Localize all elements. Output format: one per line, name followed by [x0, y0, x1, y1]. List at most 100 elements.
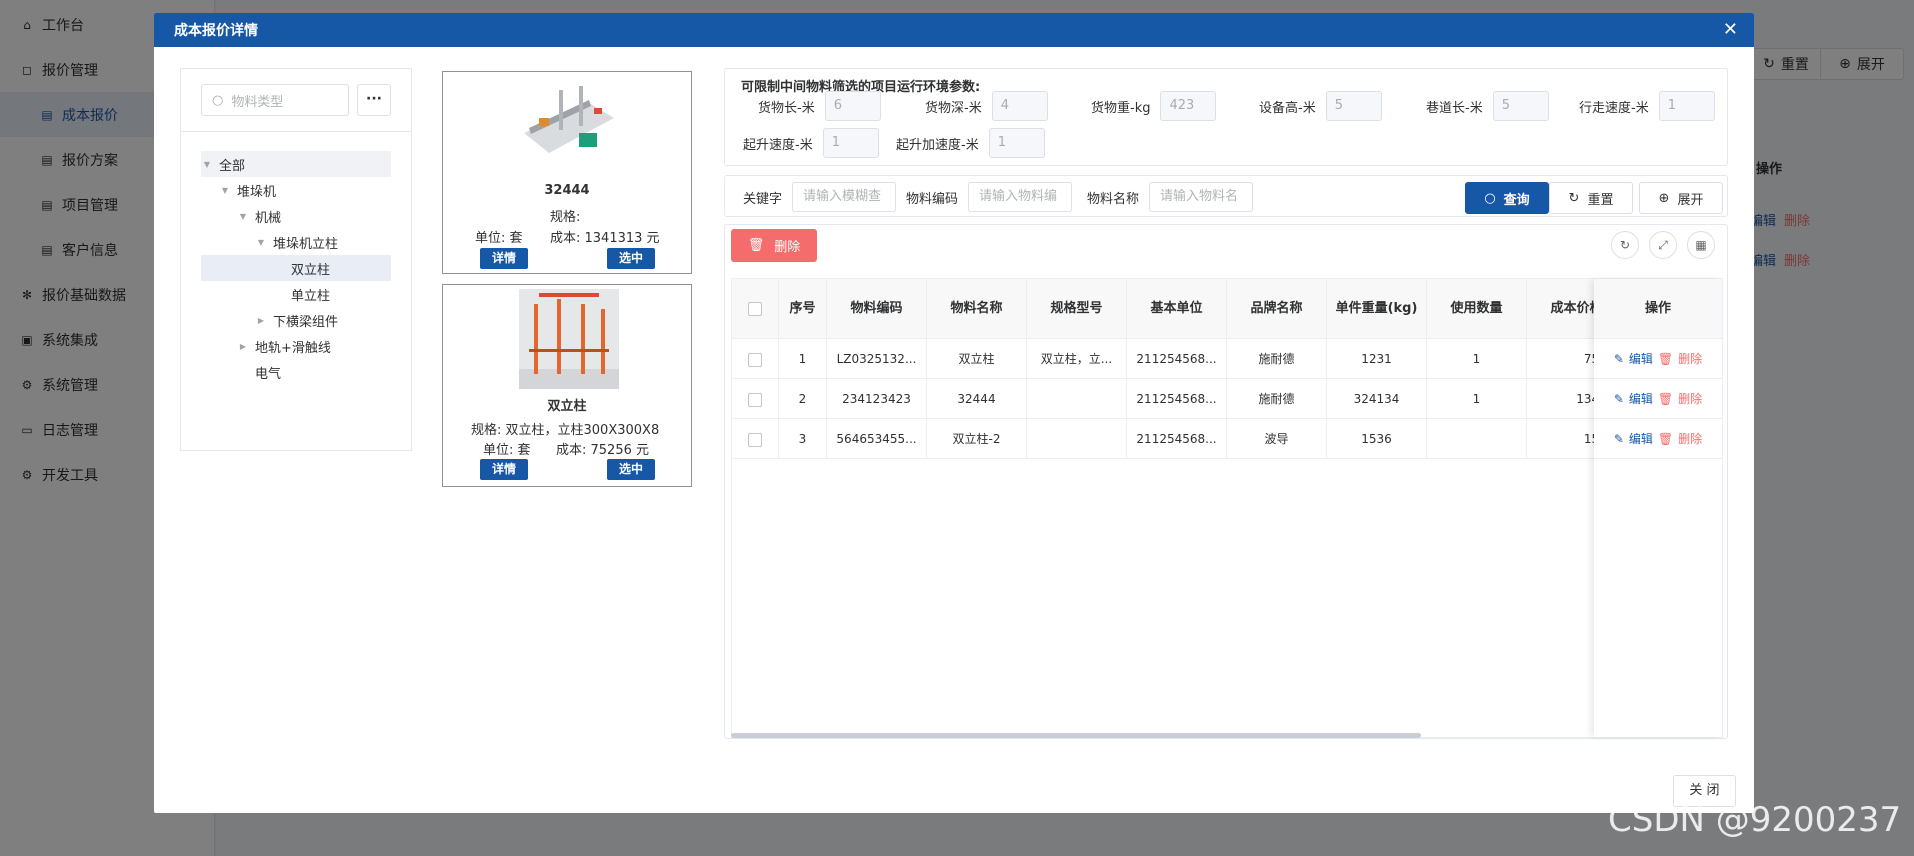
delete-link[interactable]: 删除	[1678, 390, 1702, 407]
trash-icon: 🗑	[747, 238, 765, 253]
tree-node-lower-beam[interactable]: ▶ 下横梁组件	[201, 307, 391, 333]
param-input[interactable]: 6	[824, 91, 881, 121]
delete-link[interactable]: 删除	[1678, 350, 1702, 367]
param-input[interactable]: 5	[1492, 91, 1549, 121]
param-field: 起升速度-米 1	[743, 128, 879, 158]
param-input[interactable]: 1	[822, 128, 879, 158]
columns-icon[interactable]: ▦	[1687, 231, 1715, 259]
card-spec: 规格: 双立柱，立柱300X300X8	[471, 423, 660, 438]
edit-link[interactable]: 编辑	[1629, 350, 1653, 367]
watermark: CSDN @9200237	[1608, 800, 1902, 840]
detail-button[interactable]: 详情	[480, 248, 528, 269]
product-image	[519, 78, 619, 178]
row-checkbox-cell[interactable]	[732, 339, 779, 379]
select-all-checkbox[interactable]	[748, 301, 762, 316]
table-cell: 1231	[1327, 339, 1427, 379]
table-cell: 211254568...	[1127, 339, 1227, 379]
keyword-input[interactable]: 请输入模糊查	[792, 182, 897, 212]
material-table: 序号 物料编码 物料名称 规格型号 基本单位 品牌名称 单件重量(kg) 使用数…	[731, 278, 1723, 738]
caret-down-icon: ▼	[221, 185, 229, 195]
param-field: 货物深-米 4	[925, 91, 1048, 121]
trash-icon[interactable]: 🗑	[1658, 352, 1673, 366]
col-header: 使用数量	[1427, 279, 1527, 339]
param-field: 货物长-米 6	[758, 91, 881, 121]
card-spec: 规格:	[550, 210, 581, 225]
table-cell: 施耐德	[1227, 379, 1327, 419]
table-cell: 1	[779, 339, 827, 379]
material-code-input[interactable]: 请输入物料编	[968, 182, 1073, 212]
operations-column: 操作 ✎ 编辑 🗑 删除 ✎ 编辑 🗑 删除 ✎ 编辑 🗑 删除	[1594, 279, 1722, 737]
refresh-icon[interactable]: ↻	[1611, 231, 1639, 259]
row-checkbox[interactable]	[748, 432, 762, 447]
table-cell: 1536	[1327, 419, 1427, 459]
row-checkbox[interactable]	[748, 392, 762, 407]
material-type-search-input[interactable]: ○ 物料类型	[201, 84, 349, 116]
col-header: 物料名称	[927, 279, 1027, 339]
more-button[interactable]: ···	[357, 84, 391, 116]
param-input[interactable]: 1	[1658, 91, 1715, 121]
tree-node-double-column[interactable]: 双立柱	[201, 255, 391, 281]
edit-link[interactable]: 编辑	[1629, 390, 1653, 407]
caret-down-icon: ▼	[239, 211, 247, 221]
dialog-header: 成本报价详情	[154, 13, 1754, 47]
param-input[interactable]: 423	[1160, 91, 1217, 121]
dialog-title: 成本报价详情	[174, 23, 258, 39]
delete-link[interactable]: 删除	[1678, 430, 1702, 447]
refresh-icon: ↻	[1568, 190, 1580, 206]
material-name-input[interactable]: 请输入物料名	[1149, 182, 1254, 212]
tree-node-electrical[interactable]: 电气	[201, 359, 391, 385]
card-cost: 成本: 1341313 元	[550, 231, 660, 246]
tree-node-single-column[interactable]: 单立柱	[201, 281, 391, 307]
table-cell: 211254568...	[1127, 379, 1227, 419]
reset-button[interactable]: ↻ 重置	[1549, 182, 1633, 214]
tree-node-all[interactable]: ▼ 全部	[201, 151, 391, 177]
table-cell: 波导	[1227, 419, 1327, 459]
table-row[interactable]: 2 234123423 32444 211254568... 施耐德 32413…	[732, 379, 1722, 419]
param-input[interactable]: 4	[991, 91, 1048, 121]
col-header: 基本单位	[1127, 279, 1227, 339]
trash-icon[interactable]: 🗑	[1658, 432, 1673, 446]
table-row[interactable]: 1 LZ0325132... 双立柱 双立柱，立... 211254568...…	[732, 339, 1722, 379]
detail-button[interactable]: 详情	[480, 459, 528, 480]
trash-icon[interactable]: 🗑	[1658, 392, 1673, 406]
table-cell: LZ0325132...	[827, 339, 927, 379]
edit-icon[interactable]: ✎	[1614, 352, 1624, 366]
close-icon[interactable]: ✕	[1723, 19, 1738, 40]
table-cell: 施耐德	[1227, 339, 1327, 379]
row-actions: ✎ 编辑 🗑 删除	[1594, 379, 1722, 419]
col-header: 序号	[779, 279, 827, 339]
name-field: 物料名称 请输入物料名	[1087, 182, 1254, 212]
card-name: 32444	[544, 183, 590, 198]
tree-node-stacker-column[interactable]: ▼ 堆垛机立柱	[201, 229, 391, 255]
param-input[interactable]: 1	[988, 128, 1045, 158]
row-checkbox-cell[interactable]	[732, 419, 779, 459]
row-checkbox-cell[interactable]	[732, 379, 779, 419]
caret-down-icon: ▼	[203, 159, 211, 169]
query-button[interactable]: ○ 查询	[1465, 182, 1549, 214]
select-button[interactable]: 选中	[607, 248, 655, 269]
col-header: 规格型号	[1027, 279, 1127, 339]
tree-node-rail[interactable]: ▶ 地轨+滑触线	[201, 333, 391, 359]
param-input[interactable]: 5	[1325, 91, 1382, 121]
table-cell	[1427, 419, 1527, 459]
col-header: 操作	[1594, 279, 1722, 339]
table-cell: 211254568...	[1127, 419, 1227, 459]
expand-button[interactable]: ⊕ 展开	[1639, 182, 1723, 214]
table-row[interactable]: 3 564653455... 双立柱-2 211254568... 波导 153…	[732, 419, 1722, 459]
table-cell	[1027, 419, 1127, 459]
select-button[interactable]: 选中	[607, 459, 655, 480]
code-field: 物料编码 请输入物料编	[906, 182, 1073, 212]
fullscreen-icon[interactable]: ⤢	[1649, 231, 1677, 259]
row-actions: ✎ 编辑 🗑 删除	[1594, 339, 1722, 379]
batch-delete-button[interactable]: 🗑 删除	[731, 229, 817, 262]
header-checkbox[interactable]	[732, 279, 779, 339]
tree-node-stacker[interactable]: ▼ 堆垛机	[201, 177, 391, 203]
edit-icon[interactable]: ✎	[1614, 392, 1624, 406]
horizontal-scrollbar[interactable]	[731, 733, 1421, 738]
edit-link[interactable]: 编辑	[1629, 430, 1653, 447]
edit-icon[interactable]: ✎	[1614, 432, 1624, 446]
material-card: 双立柱 规格: 双立柱，立柱300X300X8 单位: 套 成本: 75256 …	[442, 284, 692, 487]
card-name: 双立柱	[547, 399, 587, 414]
row-checkbox[interactable]	[748, 352, 762, 367]
tree-node-mechanical[interactable]: ▼ 机械	[201, 203, 391, 229]
